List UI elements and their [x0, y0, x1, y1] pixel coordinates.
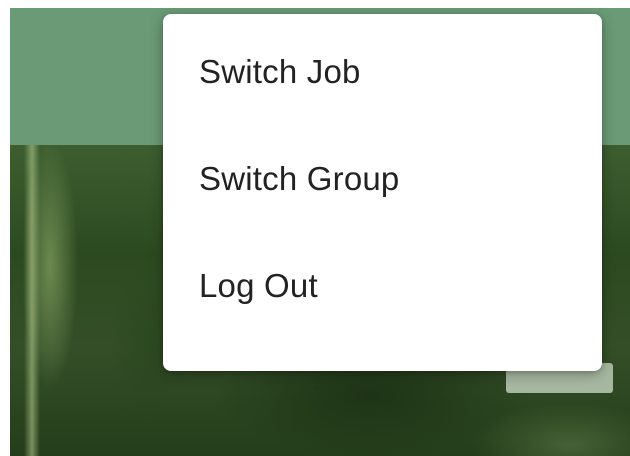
menu-item-switch-group[interactable]: Switch Group — [163, 125, 602, 232]
menu-item-switch-job[interactable]: Switch Job — [163, 18, 602, 125]
menu-item-log-out[interactable]: Log Out — [163, 232, 602, 339]
overflow-menu: Switch Job Switch Group Log Out — [163, 14, 602, 371]
background-photo-highlight — [24, 145, 40, 456]
